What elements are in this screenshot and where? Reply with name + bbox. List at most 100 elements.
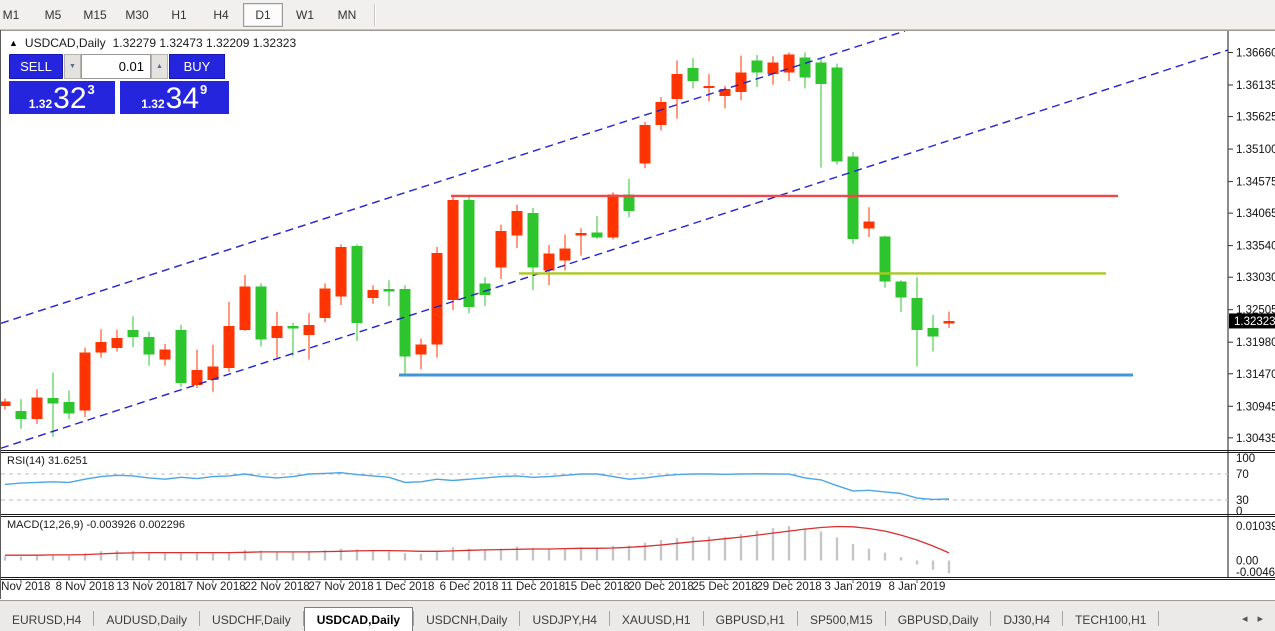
candle-body	[560, 249, 571, 261]
tabs-scroll-left-icon[interactable]: ◂	[1242, 612, 1248, 625]
date-tick-label: 22 Nov 2018	[244, 581, 309, 593]
buy-button[interactable]: BUY	[169, 54, 225, 79]
candle-body	[128, 330, 139, 337]
timeframe-button-h1[interactable]: H1	[159, 3, 199, 27]
price-tick-label: 1.30945	[1236, 401, 1275, 413]
candle-body	[496, 231, 507, 268]
candle-body	[880, 236, 891, 281]
candle-body	[800, 57, 811, 77]
rsi-axis-label: 0	[1236, 506, 1242, 518]
candle-body	[416, 345, 427, 355]
sell-price-big: 32	[53, 86, 86, 112]
candle-body	[432, 253, 443, 345]
date-tick-label: 20 Dec 2018	[628, 581, 693, 593]
candle-body	[864, 221, 875, 228]
sell-price-sup: 3	[88, 82, 95, 97]
chart-tab-sp500-m15[interactable]: SP500,M15	[798, 609, 885, 630]
timeframe-button-mn[interactable]: MN	[327, 3, 367, 27]
chart-tab-gbpusd-daily[interactable]: GBPUSD,Daily	[886, 609, 991, 630]
candle-body	[928, 328, 939, 337]
lot-size-input[interactable]: 0.01	[81, 54, 151, 79]
timeframe-button-h4[interactable]: H4	[201, 3, 241, 27]
price-tick-label: 1.36660	[1236, 48, 1275, 60]
buy-price-panel[interactable]: 1.32 34 9	[120, 81, 229, 114]
candle-body	[80, 353, 91, 411]
chart-ohlc-values: 1.32279 1.32473 1.32209 1.32323	[113, 36, 297, 50]
candle-body	[704, 86, 715, 88]
sell-price-panel[interactable]: 1.32 32 3	[9, 81, 115, 114]
candle-body	[656, 102, 667, 125]
candle-body	[944, 321, 955, 324]
price-tick-label: 1.33030	[1236, 272, 1275, 284]
chart-tab-gbpusd-h1[interactable]: GBPUSD,H1	[704, 609, 797, 630]
chart-tab-xauusd-h1[interactable]: XAUUSD,H1	[610, 609, 703, 630]
price-tick-label: 1.31980	[1236, 337, 1275, 349]
date-tick-label: 3 Nov 2018	[1, 581, 50, 593]
date-tick-label: 8 Jan 2019	[889, 581, 946, 593]
candle-body	[672, 74, 683, 99]
candle-body	[640, 125, 651, 163]
chart-tab-eurusd-h4[interactable]: EURUSD,H4	[0, 609, 93, 630]
candle-body	[896, 282, 907, 298]
chart-tab-dj30-h4[interactable]: DJ30,H4	[991, 609, 1062, 630]
rsi-line	[5, 473, 949, 500]
candle-body	[832, 67, 843, 161]
chart-canvas[interactable]: 1.366601.361351.356251.351001.345751.340…	[1, 30, 1275, 599]
toolbar-separator	[374, 4, 376, 26]
timeframe-toolbar: M1M5M15M30H1H4D1W1MN	[0, 0, 1275, 30]
chart-tab-usdjpy-h4[interactable]: USDJPY,H4	[520, 609, 608, 630]
date-tick-label: 29 Dec 2018	[756, 581, 821, 593]
chart-tab-usdcad-daily[interactable]: USDCAD,Daily	[304, 607, 413, 631]
candle-body	[544, 254, 555, 271]
rsi-axis-label: 70	[1236, 469, 1249, 481]
timeframe-button-m5[interactable]: M5	[33, 3, 73, 27]
date-tick-label: 13 Nov 2018	[116, 581, 181, 593]
timeframe-button-m30[interactable]: M30	[117, 3, 157, 27]
collapse-icon[interactable]: ▲	[9, 38, 18, 48]
candle-body	[240, 286, 251, 329]
current-price-tag-text: 1.32323	[1234, 316, 1275, 328]
buy-price-prefix: 1.32	[141, 97, 164, 111]
timeframe-button-m15[interactable]: M15	[75, 3, 115, 27]
price-tick-label: 1.33540	[1236, 241, 1275, 253]
lot-increase-button[interactable]: ▲	[151, 54, 168, 79]
candle-body	[448, 200, 459, 300]
candle-body	[144, 337, 155, 354]
tabs-scroll-right-icon[interactable]: ▸	[1257, 612, 1263, 625]
candle-body	[224, 326, 235, 368]
timeframe-button-d1[interactable]: D1	[243, 3, 283, 27]
date-tick-label: 3 Jan 2019	[825, 581, 882, 593]
candle-body	[176, 330, 187, 383]
candle-body	[368, 290, 379, 298]
date-tick-label: 17 Nov 2018	[180, 581, 245, 593]
candle-body	[576, 233, 587, 235]
buy-price-big: 34	[166, 86, 199, 112]
chart-tab-audusd-daily[interactable]: AUDUSD,Daily	[94, 609, 199, 630]
sell-button[interactable]: SELL	[9, 54, 63, 79]
trading-terminal: M1M5M15M30H1H4D1W1MN 1.366601.361351.356…	[0, 0, 1275, 631]
chart-tab-usdchf-daily[interactable]: USDCHF,Daily	[200, 609, 303, 630]
candle-body	[1, 402, 11, 406]
rsi-axis-label: 100	[1236, 453, 1255, 465]
candle-body	[48, 398, 59, 404]
trade-widget: SELL ▼ 0.01 ▲ BUY 1.32 32 3 1.32 34 9	[9, 54, 229, 114]
candle-body	[384, 289, 395, 291]
date-tick-label: 27 Nov 2018	[308, 581, 373, 593]
date-tick-label: 8 Nov 2018	[56, 581, 115, 593]
candle-body	[528, 213, 539, 267]
timeframe-button-m1[interactable]: M1	[0, 3, 31, 27]
chart-tab-tech100-h1[interactable]: TECH100,H1	[1063, 609, 1158, 630]
candle-body	[336, 247, 347, 297]
lot-decrease-button[interactable]: ▼	[64, 54, 81, 79]
timeframe-button-w1[interactable]: W1	[285, 3, 325, 27]
candle-body	[400, 289, 411, 356]
chart-tabs-bar: EURUSD,H4AUDUSD,DailyUSDCHF,DailyUSDCAD,…	[0, 600, 1275, 631]
date-tick-label: 15 Dec 2018	[564, 581, 629, 593]
rsi-label: RSI(14) 31.6251	[7, 455, 88, 467]
candle-body	[32, 397, 43, 419]
chart-tab-usdcnh-daily[interactable]: USDCNH,Daily	[414, 609, 519, 630]
price-tick-label: 1.34065	[1236, 208, 1275, 220]
candle-body	[256, 286, 267, 339]
price-tick-label: 1.36135	[1236, 80, 1275, 92]
price-tick-label: 1.34575	[1236, 177, 1275, 189]
